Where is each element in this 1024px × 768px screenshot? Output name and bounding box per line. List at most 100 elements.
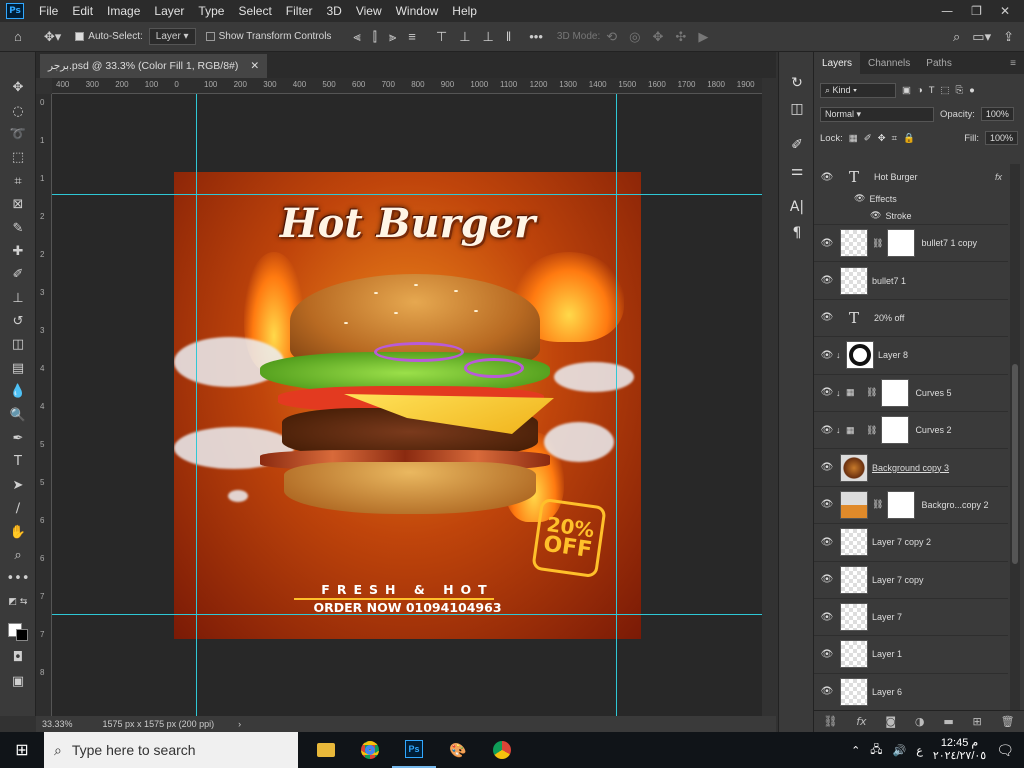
layer-name[interactable]: Curves 5	[915, 388, 1008, 398]
menu-view[interactable]: View	[349, 4, 389, 18]
layer-row[interactable]: 👁 Background copy 3	[814, 449, 1008, 487]
align-bottom-icon[interactable]: ⊥	[483, 29, 494, 45]
visibility-eye-icon[interactable]: 👁	[814, 275, 840, 286]
layer-row[interactable]: 👁 T Hot Burger fx	[814, 164, 1008, 190]
lock-move-icon[interactable]: ✥	[878, 133, 886, 144]
add-style-icon[interactable]: fx	[856, 715, 866, 728]
align-center-icon[interactable]: ⫿	[373, 29, 377, 45]
quick-mask-icon[interactable]: ◘	[0, 646, 36, 669]
opacity-input[interactable]: 100%	[980, 107, 1014, 121]
paragraph-panel-icon[interactable]: ¶	[779, 220, 815, 246]
brush-tool-icon[interactable]: ✐	[0, 263, 36, 286]
layer-row[interactable]: 👁 Layer 7 copy	[814, 562, 1008, 599]
visibility-eye-icon[interactable]: 👁	[814, 574, 840, 585]
healing-tool-icon[interactable]: ✚	[0, 240, 36, 263]
home-icon[interactable]: ⌂	[14, 29, 22, 44]
network-icon[interactable]: 🖧	[870, 741, 882, 760]
visibility-eye-icon[interactable]: 👁	[814, 686, 840, 697]
menu-file[interactable]: File	[32, 4, 65, 18]
panel-menu-icon[interactable]: ≡	[1002, 52, 1024, 74]
auto-select-dropdown[interactable]: Layer ▾	[148, 28, 196, 45]
marquee-tool-icon[interactable]: ◌	[0, 99, 36, 122]
fill-input[interactable]: 100%	[984, 131, 1018, 145]
layer-name[interactable]: Curves 2	[915, 425, 1008, 435]
minimize-icon[interactable]: —	[941, 4, 953, 18]
windows-start-icon[interactable]: ⊞	[0, 732, 44, 768]
tab-close-icon[interactable]: ✕	[250, 60, 259, 72]
3d-scale-icon[interactable]: ▶	[698, 29, 708, 45]
new-group-icon[interactable]: ▬	[943, 715, 953, 728]
adjustments-panel-icon[interactable]: ⚌	[779, 158, 815, 184]
link-layers-icon[interactable]: ⛓	[823, 715, 837, 728]
visibility-eye-icon[interactable]: 👁	[814, 612, 840, 623]
chrome-icon[interactable]	[348, 732, 392, 768]
guide-horizontal-top[interactable]	[52, 194, 762, 195]
3d-slide-icon[interactable]: ✣	[675, 29, 686, 45]
pen-tool-icon[interactable]: ✒	[0, 427, 36, 450]
dodge-tool-icon[interactable]: 🔍	[0, 403, 36, 426]
guide-vertical-right[interactable]	[616, 94, 617, 716]
blur-tool-icon[interactable]: 💧	[0, 380, 36, 403]
layer-row[interactable]: 👁 ⛓ bullet7 1 copy	[814, 225, 1008, 263]
menu-window[interactable]: Window	[389, 4, 446, 18]
layer-name[interactable]: Layer 6	[872, 687, 1008, 697]
scrollbar-thumb[interactable]	[1012, 364, 1018, 564]
tab-channels[interactable]: Channels	[860, 52, 918, 74]
lock-artboard-icon[interactable]: ⌗	[892, 133, 897, 144]
layer-mask-thumbnail[interactable]	[887, 229, 916, 258]
type-tool-icon[interactable]: T	[0, 450, 36, 473]
artwork[interactable]: Hot Burger 20% OFF FRESH & HOT ORDER NOW…	[174, 172, 641, 639]
tray-chevron-icon[interactable]: ⌃	[851, 744, 860, 757]
effects-row[interactable]: 👁 Effects	[814, 190, 1008, 207]
more-options-icon[interactable]: •••	[529, 29, 543, 44]
menu-filter[interactable]: Filter	[279, 4, 320, 18]
filter-adjust-icon[interactable]: ◑	[917, 85, 923, 96]
visibility-eye-icon[interactable]: 👁	[814, 499, 840, 510]
stroke-effect-row[interactable]: 👁 Stroke	[814, 207, 1008, 225]
move-tool-icon[interactable]: ✥	[0, 76, 36, 99]
align-top-icon[interactable]: ⊤	[436, 29, 447, 45]
eyedropper-tool-icon[interactable]: ✎	[0, 216, 36, 239]
lock-brush-icon[interactable]: ✐	[864, 133, 872, 144]
distribute-icon[interactable]: ≡	[408, 29, 416, 44]
effects-eye-icon[interactable]: 👁	[854, 193, 865, 204]
path-select-tool-icon[interactable]: ➤	[0, 474, 36, 497]
quick-select-tool-icon[interactable]: ⬚	[0, 146, 36, 169]
stamp-tool-icon[interactable]: ⊥	[0, 287, 36, 310]
show-transform-checkbox[interactable]	[205, 31, 219, 42]
document-tab[interactable]: برجر.psd @ 33.3% (Color Fill 1, RGB/8#) …	[40, 54, 268, 78]
hand-tool-icon[interactable]: ✋	[0, 520, 36, 543]
layer-row[interactable]: 👁 bullet7 1	[814, 262, 1008, 300]
lasso-tool-icon[interactable]: ➰	[0, 123, 36, 146]
visibility-eye-icon[interactable]: 👁	[814, 537, 840, 548]
layer-name[interactable]: 20% off	[874, 313, 1008, 323]
layer-mask-thumbnail[interactable]	[881, 416, 910, 445]
horizontal-ruler[interactable]: 400 300 200 100 0 100 200 300 400 500 600 700 800 900…	[52, 78, 762, 94]
align-middle-icon[interactable]: ⊥	[459, 29, 470, 45]
new-adjustment-icon[interactable]: ◑	[915, 715, 925, 728]
zoom-tool-icon[interactable]: ⌕	[0, 544, 36, 567]
file-explorer-icon[interactable]	[304, 732, 348, 768]
search-icon[interactable]: ⌕	[953, 29, 960, 45]
delete-layer-icon[interactable]: 🗑	[1001, 715, 1015, 728]
layer-name[interactable]: Backgro...copy 2	[921, 500, 1008, 510]
restore-icon[interactable]: ❐	[971, 4, 982, 18]
photoshop-taskbar-icon[interactable]: Ps	[392, 732, 436, 768]
move-tool-icon[interactable]: ✥▾	[44, 29, 61, 45]
blend-mode-dropdown[interactable]: Normal ▾	[820, 106, 934, 122]
tab-layers[interactable]: Layers	[814, 52, 861, 74]
eraser-tool-icon[interactable]: ◫	[0, 333, 36, 356]
workspace-icon[interactable]: ▭▾	[972, 29, 991, 45]
align-right-icon[interactable]: ⫸	[389, 29, 396, 45]
layer-row[interactable]: 👁 ↓ ▦ ⛓ Curves 2	[814, 412, 1008, 450]
share-icon[interactable]: ⇪	[1003, 29, 1014, 45]
add-mask-icon[interactable]: ◙	[885, 715, 896, 728]
layer-row[interactable]: 👁 Layer 7 copy 2	[814, 524, 1008, 562]
history-brush-tool-icon[interactable]: ↺	[0, 310, 36, 333]
layers-scrollbar[interactable]	[1010, 164, 1020, 710]
guide-vertical-left[interactable]	[196, 94, 197, 716]
layer-name[interactable]: Hot Burger	[874, 172, 995, 182]
menu-layer[interactable]: Layer	[147, 4, 191, 18]
notifications-icon[interactable]: 🗨	[996, 742, 1014, 759]
layer-row[interactable]: 👁 ⛓ Backgro...copy 2	[814, 487, 1008, 525]
